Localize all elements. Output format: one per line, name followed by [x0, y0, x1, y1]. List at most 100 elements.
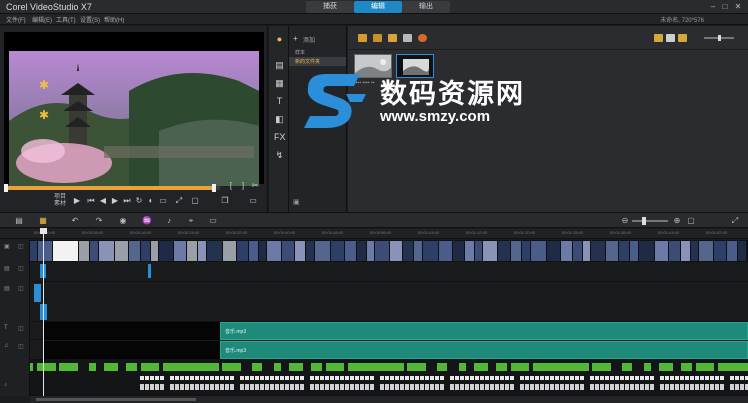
- timeline-ruler[interactable]: 00:00:00:0000:00:08:0000:00:16:0000:00:2…: [0, 229, 748, 239]
- import-folder-icon[interactable]: [358, 34, 367, 42]
- zoom-knob[interactable]: [642, 217, 646, 225]
- video-track-header[interactable]: ▣ ◫: [0, 240, 30, 262]
- trim-start-handle[interactable]: [4, 184, 8, 192]
- folder-new[interactable]: 新的文件夹: [289, 57, 346, 66]
- zoom-slider[interactable]: [632, 217, 668, 225]
- title-icon[interactable]: T: [274, 96, 285, 106]
- audio-beat: [545, 384, 549, 390]
- folder-samples[interactable]: 样本: [289, 48, 346, 57]
- video-clip-strip[interactable]: [30, 241, 748, 261]
- audio-beat: [485, 384, 489, 390]
- overlay-track-2[interactable]: [30, 282, 748, 322]
- tab-share[interactable]: 输出: [402, 1, 450, 13]
- add-folder-icon[interactable]: +: [293, 34, 298, 43]
- audio-beat: [535, 384, 539, 390]
- playback-scrubber[interactable]: [4, 184, 220, 192]
- zoom-out-icon[interactable]: ⊖: [620, 216, 630, 225]
- list-view-icon[interactable]: [654, 34, 663, 42]
- photo-filter-icon[interactable]: [388, 34, 397, 42]
- overlay-track-header-2[interactable]: ▤ ◫: [0, 282, 30, 322]
- media-icon[interactable]: ●: [274, 34, 285, 44]
- black-clip[interactable]: [44, 322, 220, 340]
- track-lock-icon[interactable]: ◫: [18, 265, 24, 272]
- overlay-clip[interactable]: [34, 284, 41, 302]
- record-icon[interactable]: ◉: [118, 216, 128, 225]
- instant-project-icon[interactable]: ▤: [274, 60, 285, 70]
- volume-icon[interactable]: ◐: [146, 196, 156, 206]
- overlay-clip[interactable]: [148, 264, 151, 278]
- transition-icon[interactable]: ▦: [274, 78, 285, 88]
- slider-knob[interactable]: [718, 35, 721, 41]
- mark-out-icon[interactable]: ]: [238, 181, 248, 191]
- sound-mixer-icon[interactable]: ♒: [142, 216, 152, 225]
- overlay-track-header[interactable]: ▤ ◫: [0, 262, 30, 282]
- menu-tools[interactable]: 工具(T): [56, 15, 76, 24]
- fit-project-icon[interactable]: ▢: [686, 216, 696, 225]
- audio-clip[interactable]: 音乐.mp3: [220, 322, 748, 340]
- repeat-icon[interactable]: ↻: [134, 196, 144, 206]
- subtitle-icon[interactable]: ▭: [208, 216, 218, 225]
- menu-help[interactable]: 帮助(H): [104, 15, 124, 24]
- close-button[interactable]: ✕: [733, 2, 743, 11]
- redo-icon[interactable]: ↷: [94, 216, 104, 225]
- sort-by-icon[interactable]: [678, 34, 687, 42]
- play-icon[interactable]: ▶: [72, 196, 82, 206]
- timeline-scrollbar[interactable]: [30, 396, 748, 403]
- add-folder-label[interactable]: 添加: [303, 35, 315, 44]
- storyboard-view-icon[interactable]: ▤: [14, 216, 24, 225]
- title-track-header[interactable]: T ◫: [0, 322, 30, 340]
- path-icon[interactable]: ↯: [274, 150, 285, 160]
- track-lock-icon[interactable]: ◫: [18, 285, 24, 292]
- next-frame-icon[interactable]: ▶: [110, 196, 120, 206]
- trim-end-handle[interactable]: [211, 184, 216, 192]
- end-icon[interactable]: ⏭: [122, 196, 132, 206]
- video-filter-icon[interactable]: [373, 34, 382, 42]
- track-lock-icon[interactable]: ◫: [18, 243, 24, 250]
- prev-frame-icon[interactable]: ◀: [98, 196, 108, 206]
- voice-track-header[interactable]: ♫ ◫: [0, 340, 30, 360]
- auto-music-icon[interactable]: ♪: [164, 216, 174, 225]
- tab-edit[interactable]: 编辑: [354, 1, 402, 13]
- hd-icon[interactable]: ▭: [158, 196, 168, 206]
- mark-in-icon[interactable]: [: [226, 181, 236, 191]
- menu-file[interactable]: 文件(F): [6, 15, 26, 24]
- video-track[interactable]: [30, 240, 748, 262]
- menu-edit[interactable]: 编辑(E): [32, 15, 52, 24]
- browse-icon[interactable]: ▣: [293, 198, 300, 206]
- zoom-in-icon[interactable]: ⊕: [672, 216, 682, 225]
- tab-capture[interactable]: 捕获: [306, 1, 354, 13]
- audio-filter-icon[interactable]: [403, 34, 412, 42]
- sort-icon[interactable]: [418, 34, 427, 42]
- overlay-track[interactable]: [30, 262, 748, 282]
- expand-timeline-icon[interactable]: ⤢: [730, 216, 740, 225]
- split-clip-icon[interactable]: ✂: [250, 181, 260, 191]
- graphics-icon[interactable]: ◧: [274, 114, 285, 124]
- preview-window[interactable]: ✱ ✱: [4, 32, 264, 186]
- undo-icon[interactable]: ↶: [70, 216, 80, 225]
- playhead[interactable]: [43, 229, 44, 396]
- timeline-view-icon[interactable]: ▦: [38, 216, 48, 225]
- motion-track-icon[interactable]: ⌖: [186, 216, 196, 225]
- track-lock-icon[interactable]: ◫: [18, 343, 24, 350]
- play-mode-toggle[interactable]: 项目 素材: [54, 194, 66, 208]
- music-track[interactable]: 音乐.mp3: [30, 340, 748, 360]
- waveform-track[interactable]: [30, 360, 748, 396]
- scrollbar-thumb[interactable]: [36, 398, 196, 401]
- title-track[interactable]: 音乐.mp3: [30, 322, 748, 340]
- thumb-view-icon[interactable]: [666, 34, 675, 42]
- playhead-handle[interactable]: [40, 228, 47, 234]
- waveform-track-header[interactable]: ♪: [0, 360, 30, 396]
- audio-clip[interactable]: 音乐.mp3: [220, 341, 748, 359]
- aspect-icon[interactable]: ▢: [190, 196, 200, 206]
- black-clip[interactable]: [44, 341, 220, 359]
- expand-icon[interactable]: ▭: [248, 196, 258, 206]
- track-lock-icon[interactable]: ◫: [18, 325, 24, 332]
- minimize-button[interactable]: –: [708, 2, 718, 11]
- filter-icon[interactable]: FX: [274, 132, 286, 142]
- start-icon[interactable]: ⏮: [86, 196, 96, 206]
- maximize-button[interactable]: □: [720, 2, 730, 11]
- copy-icon[interactable]: ❐: [220, 196, 230, 206]
- menu-settings[interactable]: 设置(S): [80, 15, 100, 24]
- thumbnail-size-slider[interactable]: [704, 35, 734, 41]
- fullscreen-icon[interactable]: ⤢: [174, 196, 184, 206]
